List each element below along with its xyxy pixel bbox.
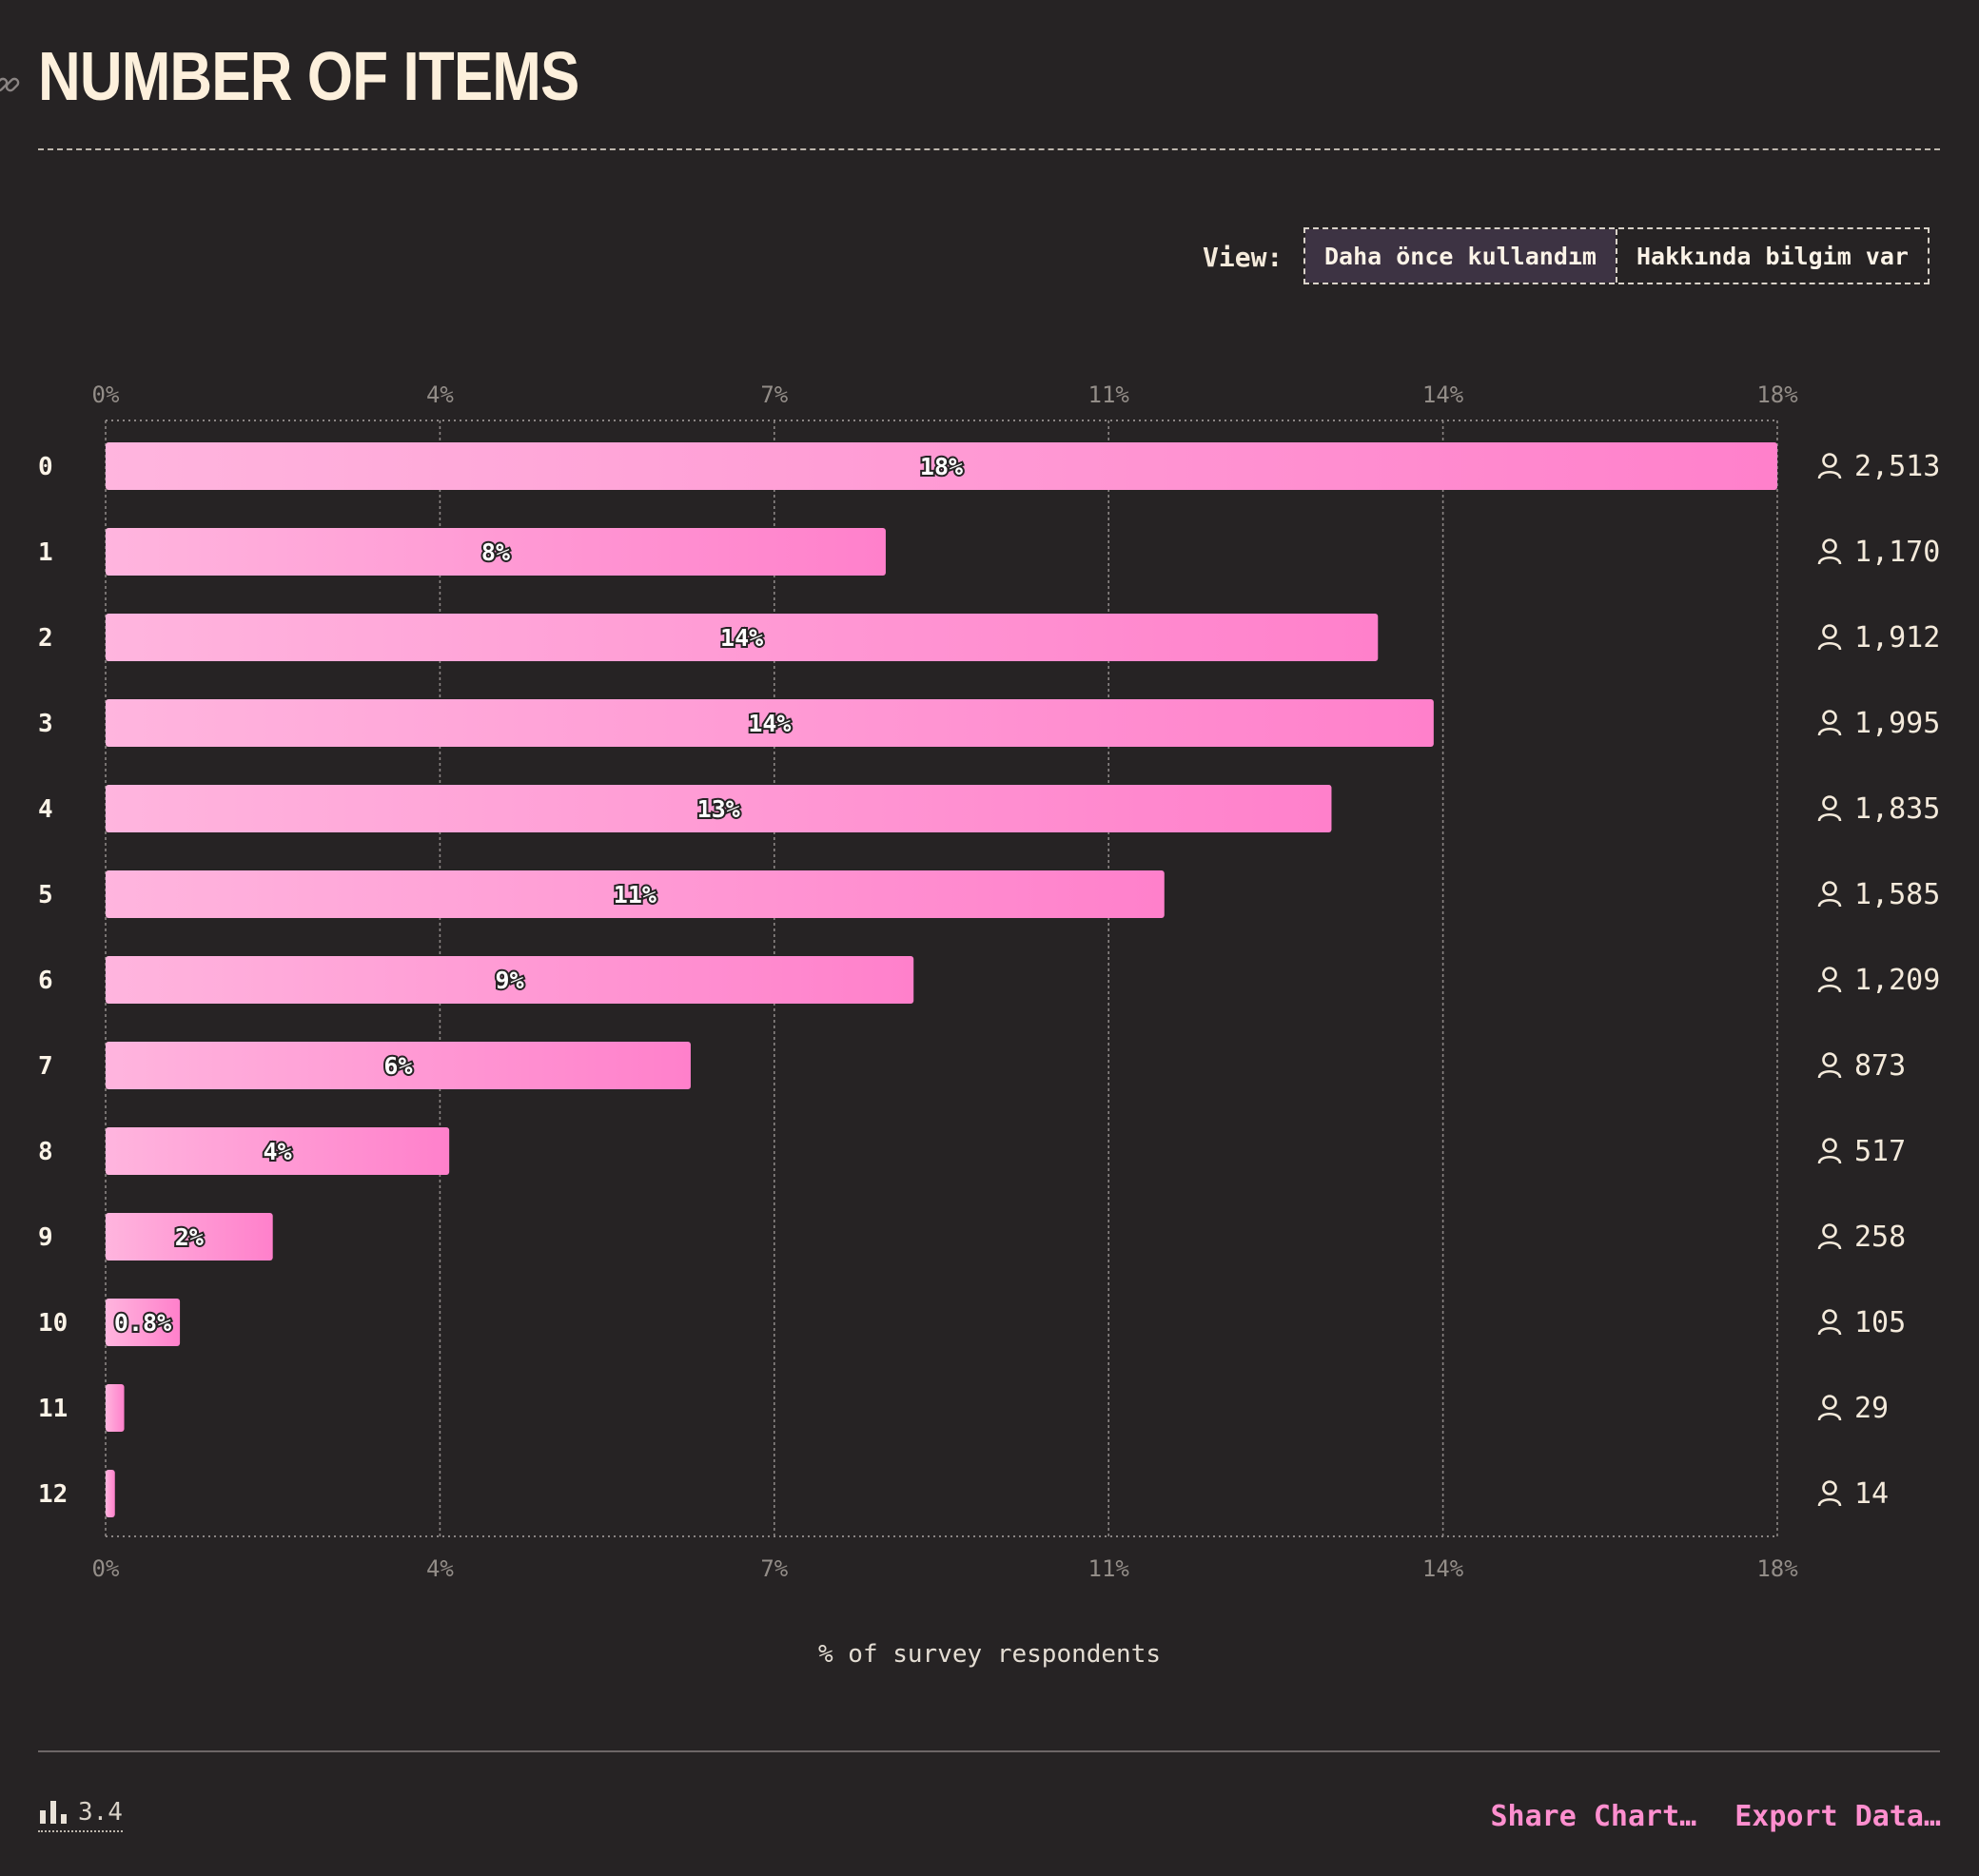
category-label: 11 xyxy=(38,1395,68,1423)
person-icon xyxy=(1817,1223,1842,1250)
category-label: 1 xyxy=(38,538,53,567)
bar-value-label: 8% xyxy=(481,538,510,566)
person-icon xyxy=(1817,624,1842,651)
bar-value-label: 11% xyxy=(614,881,656,909)
export-data-button[interactable]: Export Data… xyxy=(1734,1800,1941,1833)
bar-value-label: 4% xyxy=(264,1138,292,1165)
title-divider xyxy=(38,148,1940,150)
respondent-count: 873 xyxy=(1854,1049,1906,1083)
x-tick-label-top: 0% xyxy=(92,381,120,408)
x-tick-label-top: 4% xyxy=(426,381,454,408)
bar-value-label: 9% xyxy=(496,967,524,994)
bar xyxy=(106,1384,125,1432)
view-option-used-before[interactable]: Daha önce kullandım xyxy=(1305,229,1616,283)
category-label: 0 xyxy=(38,453,53,481)
bar-value-label: 6% xyxy=(383,1052,412,1080)
respondent-count: 1,995 xyxy=(1854,707,1940,740)
respondent-count: 1,170 xyxy=(1854,536,1940,569)
person-icon xyxy=(1817,795,1842,822)
x-tick-label-top: 7% xyxy=(760,381,788,408)
category-label: 3 xyxy=(38,710,53,738)
share-chart-button[interactable]: Share Chart… xyxy=(1491,1800,1697,1833)
bar-value-label: 14% xyxy=(720,624,763,652)
x-tick-label-bottom: 14% xyxy=(1422,1555,1464,1582)
category-label: 10 xyxy=(38,1309,68,1338)
respondent-count: 1,835 xyxy=(1854,792,1940,826)
person-icon xyxy=(1817,881,1842,908)
person-icon xyxy=(1817,967,1842,993)
bar-value-label: 0.8% xyxy=(114,1309,171,1337)
footer-actions: Share Chart… Export Data… xyxy=(1491,1800,1942,1833)
person-icon xyxy=(1817,710,1842,736)
bar-value-label: 14% xyxy=(748,710,791,737)
respondent-count: 14 xyxy=(1854,1477,1889,1511)
question-number-label: 3.4 xyxy=(78,1798,123,1827)
link-icon[interactable] xyxy=(0,70,21,99)
person-icon xyxy=(1817,1309,1842,1336)
x-tick-label-bottom: 11% xyxy=(1088,1555,1130,1582)
footer-divider xyxy=(38,1750,1940,1752)
respondent-count: 258 xyxy=(1854,1221,1906,1254)
view-toggle: Daha önce kullandım Hakkında bilgim var xyxy=(1303,227,1930,284)
bar-chart-icon xyxy=(40,1801,67,1824)
question-number[interactable]: 3.4 xyxy=(38,1798,123,1832)
respondent-count: 1,209 xyxy=(1854,964,1940,997)
x-tick-label-top: 18% xyxy=(1756,381,1798,408)
category-label: 9 xyxy=(38,1223,53,1252)
category-label: 2 xyxy=(38,624,53,653)
category-label: 8 xyxy=(38,1138,53,1166)
x-tick-label-bottom: 0% xyxy=(92,1555,120,1582)
respondent-count: 517 xyxy=(1854,1135,1906,1168)
person-icon xyxy=(1817,1138,1842,1164)
person-icon xyxy=(1817,1395,1842,1421)
person-icon xyxy=(1817,1052,1842,1079)
category-label: 4 xyxy=(38,795,53,824)
x-tick-label-bottom: 18% xyxy=(1756,1555,1798,1582)
category-label: 5 xyxy=(38,881,53,909)
bar-value-label: 13% xyxy=(697,795,740,823)
category-label: 7 xyxy=(38,1052,53,1081)
bar-value-label: 2% xyxy=(175,1223,204,1251)
person-icon xyxy=(1817,538,1842,565)
respondent-count: 29 xyxy=(1854,1392,1889,1425)
person-icon xyxy=(1817,1480,1842,1507)
chart-title: NUMBER OF ITEMS xyxy=(38,39,579,115)
respondent-count: 1,585 xyxy=(1854,878,1940,911)
x-tick-label-top: 11% xyxy=(1088,381,1130,408)
respondent-count: 2,513 xyxy=(1854,450,1940,483)
x-axis-title: % of survey respondents xyxy=(817,1640,1162,1669)
bar-chart: 0%0%4%4%7%7%11%11%14%14%18%18%0 18% 2,5131… xyxy=(38,381,1940,1582)
view-option-heard-about[interactable]: Hakkında bilgim var xyxy=(1615,229,1928,283)
person-icon xyxy=(1817,453,1842,479)
respondent-count: 105 xyxy=(1854,1306,1906,1339)
category-label: 6 xyxy=(38,967,53,995)
x-tick-label-bottom: 4% xyxy=(426,1555,454,1582)
bar xyxy=(106,1470,115,1517)
x-tick-label-top: 14% xyxy=(1422,381,1464,408)
category-label: 12 xyxy=(38,1480,68,1509)
bar-value-label: 18% xyxy=(920,453,963,480)
respondent-count: 1,912 xyxy=(1854,621,1940,655)
view-label: View: xyxy=(1203,242,1283,273)
x-tick-label-bottom: 7% xyxy=(760,1555,788,1582)
